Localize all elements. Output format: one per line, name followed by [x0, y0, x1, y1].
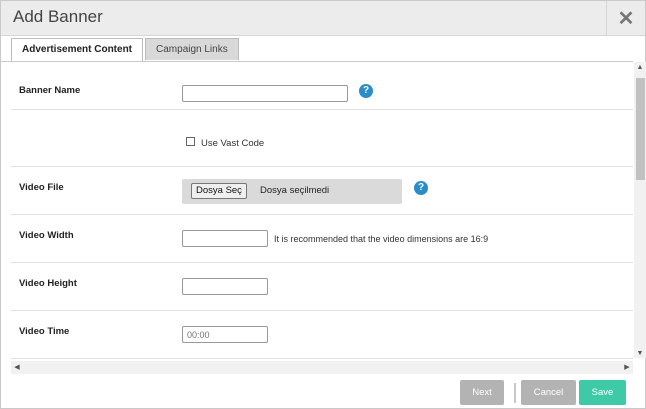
- close-button[interactable]: ✕: [606, 1, 645, 35]
- cancel-button[interactable]: Cancel: [521, 380, 576, 405]
- choose-file-button[interactable]: Dosya Seç: [191, 183, 247, 199]
- tab-bar: Advertisement Content Campaign Links: [11, 38, 241, 62]
- video-height-label: Video Height: [19, 278, 77, 289]
- row-video-width: Video Width It is recommended that the v…: [11, 215, 633, 263]
- scrollbar-thumb[interactable]: [636, 78, 645, 180]
- scroll-left-icon[interactable]: ◀: [13, 363, 21, 371]
- form-content: Banner Name ? Use Vast Code Video File D…: [11, 62, 633, 360]
- banner-name-input[interactable]: [182, 85, 348, 102]
- add-banner-dialog: Add Banner ✕ Advertisement Content Campa…: [0, 0, 646, 409]
- video-width-hint: It is recommended that the video dimensi…: [274, 234, 489, 244]
- dialog-titlebar: Add Banner ✕: [1, 1, 645, 36]
- video-height-input[interactable]: [182, 278, 268, 295]
- next-button[interactable]: Next: [460, 380, 504, 405]
- banner-name-label: Banner Name: [19, 85, 81, 96]
- row-banner-name: Banner Name ?: [11, 62, 633, 110]
- footer-divider: [514, 383, 516, 403]
- file-status-text: Dosya seçilmedi: [260, 185, 330, 196]
- video-width-input[interactable]: [182, 230, 268, 247]
- help-icon[interactable]: ?: [359, 84, 373, 98]
- dialog-title: Add Banner: [13, 7, 103, 26]
- video-time-label: Video Time: [19, 326, 70, 337]
- scroll-down-icon[interactable]: ▼: [634, 350, 646, 357]
- row-video-height: Video Height: [11, 263, 633, 311]
- use-vast-code-label: Use Vast Code: [201, 138, 265, 149]
- tab-advertisement-content[interactable]: Advertisement Content: [11, 38, 144, 62]
- video-file-input[interactable]: Dosya Seç Dosya seçilmedi: [182, 179, 402, 204]
- horizontal-scrollbar[interactable]: ◀ ▶: [11, 361, 633, 374]
- vertical-scrollbar[interactable]: ▲ ▼: [634, 62, 646, 358]
- video-file-label: Video File: [19, 182, 64, 193]
- tab-campaign-links[interactable]: Campaign Links: [145, 38, 239, 60]
- scroll-right-icon[interactable]: ▶: [623, 363, 631, 371]
- row-video-time: Video Time: [11, 311, 633, 359]
- use-vast-code-checkbox[interactable]: [186, 137, 195, 146]
- row-use-vast-code: Use Vast Code: [11, 119, 633, 167]
- scroll-up-icon[interactable]: ▲: [634, 64, 646, 71]
- help-icon[interactable]: ?: [414, 181, 428, 195]
- video-width-label: Video Width: [19, 230, 74, 241]
- save-button[interactable]: Save: [579, 380, 626, 405]
- close-icon: ✕: [617, 7, 635, 30]
- dialog-footer: Next Cancel Save: [1, 376, 645, 408]
- row-video-file: Video File Dosya Seç Dosya seçilmedi ?: [11, 167, 633, 215]
- video-time-input[interactable]: [182, 326, 268, 343]
